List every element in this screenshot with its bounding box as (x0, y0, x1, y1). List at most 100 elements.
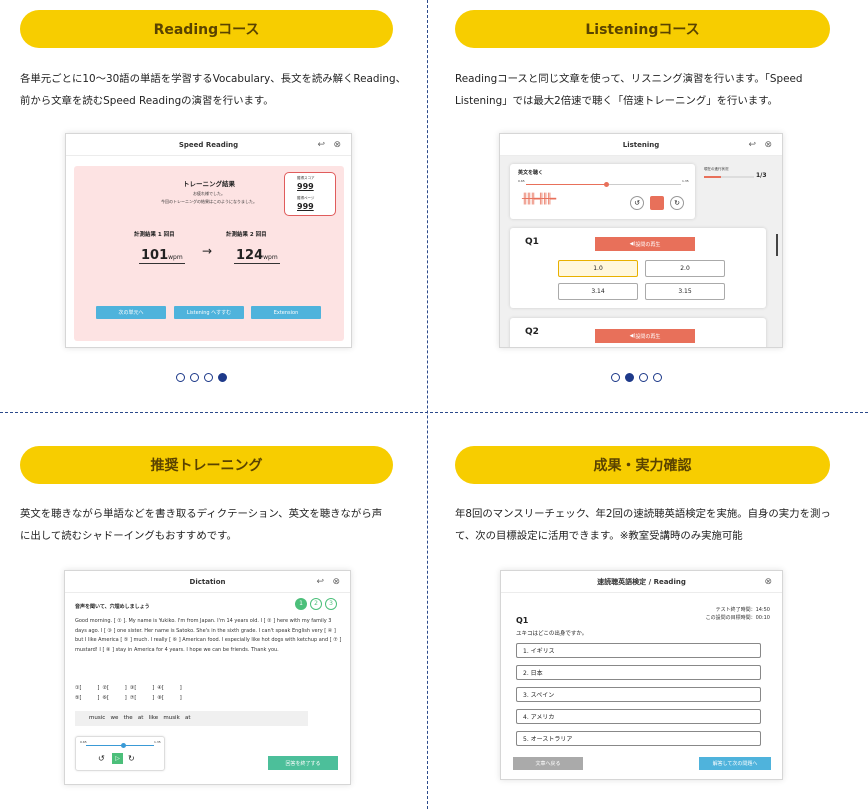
blank-row[interactable]: ⑤[ ] ⑥[ ] ⑦[ ] ⑧[ ] (75, 695, 182, 701)
answer-choice[interactable]: 1. イギリス (516, 643, 761, 658)
listening-screenshot: Listening ↩ ⊗ 英文を聴く 0.65 1.35 ╫╫╫━╫╫╫━ ↺ ↻… (499, 133, 783, 348)
answer-choice[interactable]: 5. オーストラリア (516, 731, 761, 746)
test-timer: テスト終了時間：14:50 (715, 607, 770, 613)
recommended-description: 英文を聴きながら単語などを書き取るディクテーション、英文を聴きながら声 に出して… (20, 508, 383, 542)
carousel-dot[interactable] (653, 373, 662, 382)
rewind-icon[interactable]: ↺ (630, 196, 644, 210)
back-to-text-button[interactable]: 文章へ戻る (513, 757, 583, 770)
step-indicator[interactable]: 1 (295, 598, 307, 610)
progress-panel: 現在の進行状況 1/3 (702, 164, 774, 194)
play-icon[interactable]: ▷ (112, 753, 123, 764)
rewind-icon[interactable]: ↺ (98, 754, 105, 763)
question-number: Q1 (525, 237, 539, 247)
progress-fill (704, 176, 721, 178)
answer-choice[interactable]: 2. 日本 (516, 665, 761, 680)
answer-option[interactable]: 1.0 (558, 260, 638, 277)
score-label: 獲得スコア (297, 176, 315, 180)
slider-handle[interactable] (121, 743, 126, 748)
progress-label: 現在の進行状況 (704, 167, 729, 171)
carousel-dot-active[interactable] (625, 373, 634, 382)
question-text: ユキコはどこの出身ですか。 (516, 631, 588, 637)
play-question-button[interactable]: ◀) 設問の再生 (595, 237, 695, 251)
forward-icon[interactable]: ↻ (128, 754, 135, 763)
answer-next-button[interactable]: 解答して次の問題へ (699, 757, 771, 770)
result-panel: トレーニング結果 お疲れ様でした。 今回のトレーニングの結果はこのようになりまし… (74, 166, 344, 341)
next-unit-button[interactable]: 次の単元へ (96, 306, 166, 319)
extension-button[interactable]: Extension (251, 306, 321, 319)
slider-handle[interactable] (604, 182, 609, 187)
question-number: Q1 (516, 616, 529, 625)
speed-slider[interactable] (86, 745, 154, 746)
dictation-screenshot: Dictation ↩ ⊗ 音声を聞いて、穴埋めしましょう 1 2 3 Good m… (64, 570, 351, 785)
word-bank[interactable]: music we the at like musik at (75, 711, 308, 726)
progress-value: 1/3 (756, 172, 767, 179)
answer-option[interactable]: 2.0 (645, 260, 725, 277)
results-heading: 成果・実力確認 (455, 446, 830, 484)
question-1-card: Q1 ◀) 設問の再生 1.0 2.0 3.14 3.15 (510, 228, 766, 308)
shot-title: Listening ↩ ⊗ (500, 134, 782, 156)
back-icon[interactable]: ↩ (317, 134, 325, 156)
go-listening-button[interactable]: Listening へすすむ (174, 306, 244, 319)
shot-title: Speed Reading ↩ ⊗ (66, 134, 351, 156)
page-label: 獲得ページ (297, 196, 315, 200)
results-description: 年8回のマンスリーチェック、年2回の速読聴英語検定を実施。自身の実力を測っ て、… (455, 508, 831, 542)
answer-choice[interactable]: 4. アメリカ (516, 709, 761, 724)
step-indicators: 1 2 3 (295, 598, 337, 610)
close-icon[interactable]: ⊗ (764, 134, 772, 156)
result-1-label: 計測結果 1 回目 (134, 232, 175, 238)
result-2: 124wpm (234, 244, 280, 264)
score-value: 999 (297, 182, 314, 191)
vertical-divider (427, 0, 428, 809)
close-icon[interactable]: ⊗ (333, 134, 341, 156)
answer-option[interactable]: 3.15 (645, 283, 725, 300)
answer-option[interactable]: 3.14 (558, 283, 638, 300)
shot-title: Dictation ↩ ⊗ (65, 571, 350, 593)
scrollbar[interactable] (776, 234, 778, 256)
close-icon[interactable]: ⊗ (764, 571, 772, 593)
instruction: 音声を聞いて、穴埋めしましょう (75, 604, 150, 610)
score-box: 獲得スコア 999 獲得ページ 999 (284, 172, 336, 216)
audio-controls: 0.65 1.35 ↺ ▷ ↻ (75, 736, 165, 771)
test-screenshot: 速読聴英語検定 / Reading ⊗ Q1 テスト終了時間：14:50 この設問… (500, 570, 783, 780)
speed-min: 0.65 (80, 740, 87, 744)
carousel-dot[interactable] (204, 373, 213, 382)
pause-button[interactable] (650, 196, 664, 210)
step-indicator[interactable]: 2 (310, 598, 322, 610)
answer-choice[interactable]: 3. スペイン (516, 687, 761, 702)
carousel-dot-active[interactable] (218, 373, 227, 382)
carousel-dot[interactable] (176, 373, 185, 382)
play-question-button[interactable]: ◀) 設問の再生 (595, 329, 695, 343)
step-indicator[interactable]: 3 (325, 598, 337, 610)
speed-max: 1.35 (682, 179, 689, 183)
result-1: 101wpm (139, 244, 185, 264)
finish-answer-button[interactable]: 回答を終了する (268, 756, 338, 770)
carousel-dot[interactable] (190, 373, 199, 382)
blank-row[interactable]: ①[ ] ②[ ] ③[ ] ④[ ] (75, 685, 182, 691)
speed-min: 0.65 (518, 179, 525, 183)
speed-max: 1.35 (154, 740, 161, 744)
speed-reading-screenshot: Speed Reading ↩ ⊗ トレーニング結果 お疲れ様でした。 今回のトレー… (65, 133, 352, 348)
listening-description: Readingコースと同じ文章を使って、リスニング演習を行います。「Speed … (455, 73, 803, 107)
question-2-card: Q2 ◀) 設問の再生 (510, 318, 766, 347)
result-2-label: 計測結果 2 回目 (226, 232, 267, 238)
close-icon[interactable]: ⊗ (332, 571, 340, 593)
speed-fill (526, 184, 606, 185)
recommended-training-heading: 推奨トレーニング (20, 446, 393, 484)
audio-panel: 英文を聴く 0.65 1.35 ╫╫╫━╫╫╫━ ↺ ↻ (510, 164, 695, 219)
back-icon[interactable]: ↩ (316, 571, 324, 593)
page-value: 999 (297, 202, 314, 211)
listening-course-heading: Listeningコース (455, 10, 830, 48)
arrow: → (202, 244, 213, 258)
question-number: Q2 (525, 327, 539, 337)
reading-carousel-dots (176, 373, 227, 382)
listen-label: 英文を聴く (518, 170, 544, 176)
progress-bar (704, 176, 754, 178)
listening-carousel-dots (611, 373, 662, 382)
carousel-dot[interactable] (611, 373, 620, 382)
passage-text: Good morning. [ ① ]. My name is Yukiko. … (75, 618, 342, 653)
back-icon[interactable]: ↩ (748, 134, 756, 156)
waveform-icon: ╫╫╫━╫╫╫━ (522, 194, 556, 205)
carousel-dot[interactable] (639, 373, 648, 382)
shot-title: 速読聴英語検定 / Reading ⊗ (501, 571, 782, 593)
forward-icon[interactable]: ↻ (670, 196, 684, 210)
